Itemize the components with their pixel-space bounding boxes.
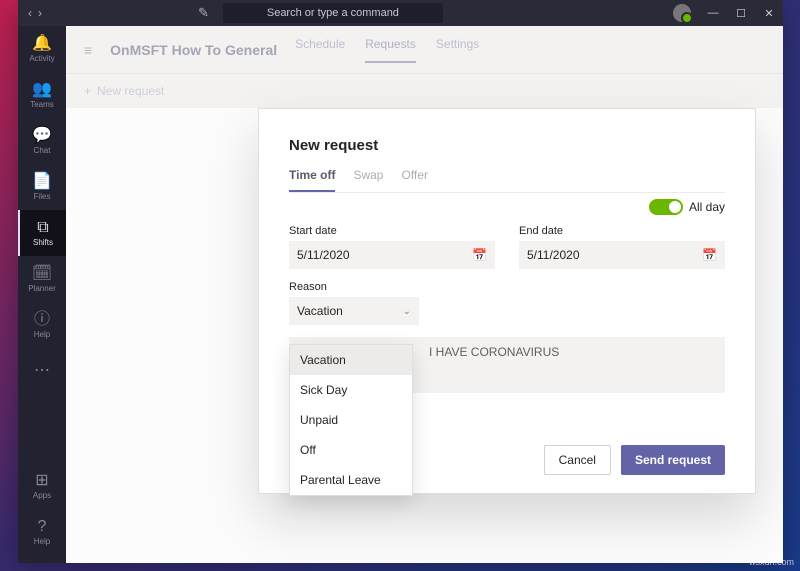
bell-icon: 🔔 (32, 36, 52, 52)
more-icon: ⋯ (34, 363, 50, 379)
app-body: 🔔Activity 👥Teams 💬Chat 📄Files ⧉Shifts 🗓P… (18, 26, 783, 563)
cancel-button[interactable]: Cancel (544, 445, 611, 475)
page-title: OnMSFT How To General (110, 42, 277, 58)
tab-requests[interactable]: Requests (365, 37, 416, 63)
titlebar: ‹ › ✎ Search or type a command — ☐ ✕ (18, 0, 783, 26)
info-icon: ⓘ (34, 312, 50, 328)
modal-title: New request (289, 137, 725, 154)
sidebar-item-activity[interactable]: 🔔Activity (18, 26, 66, 72)
sidebar-item-teams[interactable]: 👥Teams (18, 72, 66, 118)
sidebar: 🔔Activity 👥Teams 💬Chat 📄Files ⧉Shifts 🗓P… (18, 26, 66, 563)
app-window: ‹ › ✎ Search or type a command — ☐ ✕ 🔔Ac… (18, 0, 783, 563)
reason-option-off[interactable]: Off (290, 435, 412, 465)
forward-button[interactable]: › (38, 6, 42, 20)
sidebar-item-shifts[interactable]: ⧉Shifts (18, 210, 66, 256)
content-header: ≡ OnMSFT How To General Schedule Request… (66, 26, 783, 74)
tab-schedule[interactable]: Schedule (295, 37, 345, 63)
new-request-button[interactable]: New request (97, 84, 164, 98)
send-request-button[interactable]: Send request (621, 445, 725, 475)
request-type-tabs: Time off Swap Offer (289, 168, 725, 193)
apps-icon: ⊞ (35, 473, 48, 489)
reason-option-vacation[interactable]: Vacation (290, 345, 412, 375)
reason-dropdown: Vacation Sick Day Unpaid Off Parental Le… (289, 344, 413, 496)
close-button[interactable]: ✕ (755, 0, 783, 26)
reason-option-parental[interactable]: Parental Leave (290, 465, 412, 495)
reason-select[interactable]: Vacation ⌄ (289, 297, 419, 325)
command-bar: + New request (66, 74, 783, 108)
reason-option-unpaid[interactable]: Unpaid (290, 405, 412, 435)
start-date-label: Start date (289, 225, 495, 237)
history-nav: ‹ › (18, 6, 52, 20)
hamburger-icon[interactable]: ≡ (84, 42, 92, 58)
maximize-button[interactable]: ☐ (727, 0, 755, 26)
minimize-button[interactable]: — (699, 0, 727, 26)
avatar[interactable] (673, 4, 691, 22)
shifts-icon: ⧉ (37, 220, 48, 236)
reason-option-sickday[interactable]: Sick Day (290, 375, 412, 405)
sidebar-item-apps[interactable]: ⊞Apps (18, 463, 66, 509)
page-tabs: Schedule Requests Settings (295, 37, 479, 63)
tab-swap[interactable]: Swap (353, 168, 383, 192)
chat-icon: 💬 (32, 128, 52, 144)
sidebar-item-chat[interactable]: 💬Chat (18, 118, 66, 164)
calendar-icon: 📅 (472, 248, 487, 262)
new-request-modal: New request Time off Swap Offer All day … (258, 108, 756, 494)
compose-icon[interactable]: ✎ (192, 1, 215, 25)
sidebar-item-help-bottom[interactable]: ?Help (18, 509, 66, 555)
content: ≡ OnMSFT How To General Schedule Request… (66, 26, 783, 563)
main-area: New request Time off Swap Offer All day … (66, 108, 783, 563)
sidebar-item-files[interactable]: 📄Files (18, 164, 66, 210)
calendar-icon: 📅 (702, 248, 717, 262)
files-icon: 📄 (32, 174, 52, 190)
allday-row: All day (289, 199, 725, 215)
help-icon: ? (38, 519, 47, 535)
end-date-input[interactable]: 5/11/2020 📅 (519, 241, 725, 269)
sidebar-item-help[interactable]: ⓘHelp (18, 302, 66, 348)
planner-icon: 🗓 (32, 266, 52, 282)
sidebar-item-more[interactable]: ⋯ (18, 348, 66, 394)
search-input[interactable]: Search or type a command (223, 3, 443, 23)
start-date-input[interactable]: 5/11/2020 📅 (289, 241, 495, 269)
allday-toggle[interactable] (649, 199, 683, 215)
tab-offer[interactable]: Offer (401, 168, 427, 192)
tab-settings[interactable]: Settings (436, 37, 479, 63)
chevron-down-icon: ⌄ (403, 306, 411, 317)
allday-label: All day (689, 200, 725, 214)
reason-label: Reason (289, 281, 419, 293)
end-date-label: End date (519, 225, 725, 237)
tab-timeoff[interactable]: Time off (289, 168, 335, 192)
teams-icon: 👥 (32, 82, 52, 98)
back-button[interactable]: ‹ (28, 6, 32, 20)
plus-icon: + (84, 84, 91, 98)
sidebar-item-planner[interactable]: 🗓Planner (18, 256, 66, 302)
watermark: wsxdn.com (749, 557, 794, 567)
